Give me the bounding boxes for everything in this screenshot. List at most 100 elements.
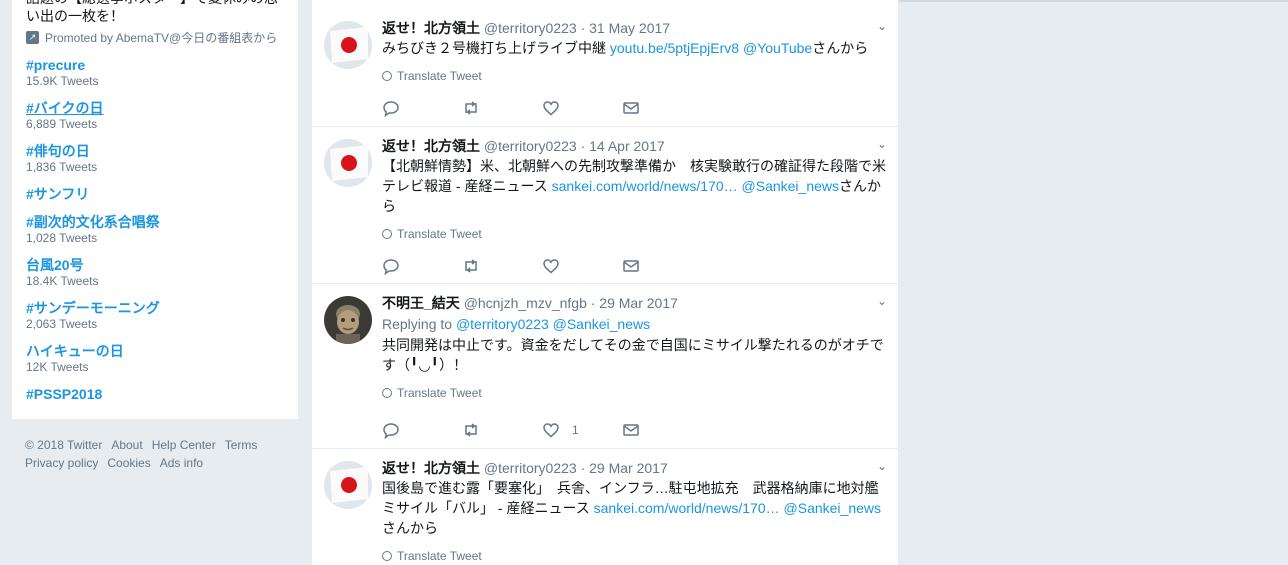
like-button[interactable] [542, 257, 622, 275]
footer-about-link[interactable]: About [111, 436, 142, 454]
trend-count: 1,028 Tweets [26, 231, 98, 245]
footer-copyright[interactable]: © 2018 Twitter [25, 436, 102, 454]
trend-item[interactable]: ハイキューの日 12K Tweets [26, 342, 284, 375]
retweet-icon [465, 101, 477, 115]
trend-count: 12K Tweets [26, 360, 89, 374]
reply-button[interactable] [382, 421, 462, 439]
reply-icon [383, 101, 399, 117]
reply-button[interactable] [382, 99, 462, 117]
tweet[interactable]: ⌄ 返せ！北方領土 @territory0223 · 29 Mar 2017 国… [312, 449, 898, 565]
tweet-text-part: さんから [382, 520, 438, 536]
heart-icon [543, 259, 559, 274]
heart-icon [543, 101, 559, 116]
timeline: ⌄ 返せ！北方領土 @territory0223 · 31 May 2017 み… [311, 0, 899, 565]
translate-label: Translate Tweet [397, 549, 482, 563]
trend-item[interactable]: #precure 15.9K Tweets [26, 56, 284, 89]
translate-label: Translate Tweet [397, 386, 482, 400]
trend-name[interactable]: #俳句の日 [26, 142, 284, 160]
tweet-link[interactable]: sankei.com/world/news/170… [552, 178, 738, 194]
tweet-text: 国後島で進む露「要塞化」 兵舎、インフラ…駐屯地拡充 武器格納庫に地対艦ミサイル… [382, 478, 887, 538]
trend-item[interactable]: #俳句の日 1,836 Tweets [26, 142, 284, 175]
display-name[interactable]: 返せ！北方領土 [382, 460, 480, 476]
trend-name[interactable]: #サンフリ [26, 185, 284, 203]
like-count: 1 [572, 423, 579, 437]
tweet-text: 【北朝鮮情勢】米、北朝鮮への先制攻撃準備か 核実験敢行の確証得た段階で米テレビ報… [382, 156, 887, 216]
display-name[interactable]: 返せ！北方領土 [382, 138, 480, 154]
display-name[interactable]: 不明王_結天 [382, 295, 460, 311]
direct-message-button[interactable] [622, 257, 702, 275]
like-button[interactable] [542, 99, 622, 117]
reply-mentions-link[interactable]: @territory0223 @Sankei_news [456, 316, 650, 332]
translate-label: Translate Tweet [397, 227, 482, 241]
tweet[interactable]: ⌄ 返せ！北方領土 @territory0223 · 31 May 2017 み… [312, 9, 898, 127]
trend-item[interactable]: #サンデーモーニング 2,063 Tweets [26, 299, 284, 332]
trend-item[interactable]: 台風20号 18.4K Tweets [26, 256, 284, 289]
globe-icon [382, 229, 392, 239]
footer-ads-info-link[interactable]: Ads info [160, 454, 203, 472]
globe-icon [382, 71, 392, 81]
tweet[interactable]: ⌄ 不明王_結天 @hcnjzh_mzv_nfgb · 29 Mar 2017 … [312, 284, 898, 449]
japan-flag-avatar-image [324, 461, 372, 509]
retweet-button[interactable] [462, 421, 542, 439]
tweet-meta[interactable]: @territory0223 · 29 Mar 2017 [484, 460, 668, 476]
tweet-header: 返せ！北方領土 @territory0223 · 29 Mar 2017 [382, 459, 887, 477]
direct-message-button[interactable] [622, 99, 702, 117]
translate-tweet-button[interactable]: Translate Tweet [382, 385, 887, 401]
trend-name[interactable]: 台風20号 [26, 256, 284, 274]
trend-name[interactable]: #バイクの日 [26, 99, 284, 117]
tweet-link[interactable]: sankei.com/world/news/170… [594, 500, 780, 516]
mention-link[interactable]: @Sankei_news [784, 500, 882, 516]
heart-icon [543, 423, 559, 438]
tweet-text-part: 共同開発は中止です。資金をだしてその金で自国にミサイル撃たれるのがオチです（╹◡… [382, 337, 884, 373]
direct-message-button[interactable] [622, 421, 702, 439]
replying-to: Replying to @territory0223 @Sankei_news [382, 314, 887, 334]
footer-terms-link[interactable]: Terms [225, 436, 258, 454]
footer-privacy-link[interactable]: Privacy policy [25, 454, 98, 472]
trend-item[interactable]: #バイクの日 6,889 Tweets [26, 99, 284, 132]
promoted-label: Promoted by AbemaTV@今日の番組表から [45, 31, 278, 45]
avatar[interactable] [324, 139, 372, 187]
trend-item[interactable]: #副次的文化系合唱祭 1,028 Tweets [26, 213, 284, 246]
trends-panel: 話題の【総選挙ポスター】で夏休みの思い出の一枚を！ ↗ Promoted by … [11, 0, 299, 420]
trend-name[interactable]: #副次的文化系合唱祭 [26, 213, 284, 231]
like-button[interactable]: 1 [542, 421, 622, 439]
globe-icon [382, 551, 392, 561]
reply-button[interactable] [382, 257, 462, 275]
translate-tweet-button[interactable]: Translate Tweet [382, 68, 887, 84]
tweet[interactable]: ⌄ 返せ！北方領土 @territory0223 · 14 Apr 2017 【… [312, 127, 898, 284]
tweet-link[interactable]: youtu.be/5ptjEpjErv8 [610, 40, 739, 56]
translate-tweet-button[interactable]: Translate Tweet [382, 226, 887, 242]
trend-name[interactable]: ハイキューの日 [26, 342, 284, 360]
translate-tweet-button[interactable]: Translate Tweet [382, 548, 887, 564]
footer-cookies-link[interactable]: Cookies [107, 454, 150, 472]
tweet-actions [382, 257, 702, 275]
tweet-meta[interactable]: @territory0223 · 14 Apr 2017 [484, 138, 665, 154]
globe-icon [382, 388, 392, 398]
promoted-by[interactable]: ↗ Promoted by AbemaTV@今日の番組表から [26, 29, 284, 46]
promoted-trend-description[interactable]: 話題の【総選挙ポスター】で夏休みの思い出の一枚を！ [26, 0, 284, 25]
mention-link[interactable]: @YouTube [743, 40, 812, 56]
envelope-icon [623, 424, 639, 436]
japan-flag-avatar-image [324, 139, 372, 187]
avatar[interactable] [324, 296, 372, 344]
footer-help-center-link[interactable]: Help Center [152, 436, 216, 454]
retweet-icon [465, 423, 477, 437]
avatar[interactable] [324, 21, 372, 69]
trend-item[interactable]: #PSSP2018 [26, 385, 284, 403]
tweet-meta[interactable]: @territory0223 · 31 May 2017 [484, 20, 670, 36]
trend-item[interactable]: #サンフリ [26, 185, 284, 203]
retweet-button[interactable] [462, 99, 542, 117]
display-name[interactable]: 返せ！北方領土 [382, 20, 480, 36]
tweet-text: 共同開発は中止です。資金をだしてその金で自国にミサイル撃たれるのがオチです（╹◡… [382, 335, 887, 375]
promoted-arrow-icon: ↗ [26, 31, 39, 44]
tweet-header: 返せ！北方領土 @territory0223 · 31 May 2017 [382, 19, 887, 37]
trend-count: 6,889 Tweets [26, 117, 98, 131]
avatar[interactable] [324, 461, 372, 509]
trend-name[interactable]: #サンデーモーニング [26, 299, 284, 317]
reply-icon [383, 423, 399, 439]
trend-name[interactable]: #precure [26, 56, 284, 74]
trend-name[interactable]: #PSSP2018 [26, 385, 284, 403]
tweet-meta[interactable]: @hcnjzh_mzv_nfgb · 29 Mar 2017 [464, 295, 678, 311]
mention-link[interactable]: @Sankei_news [742, 178, 840, 194]
retweet-button[interactable] [462, 257, 542, 275]
